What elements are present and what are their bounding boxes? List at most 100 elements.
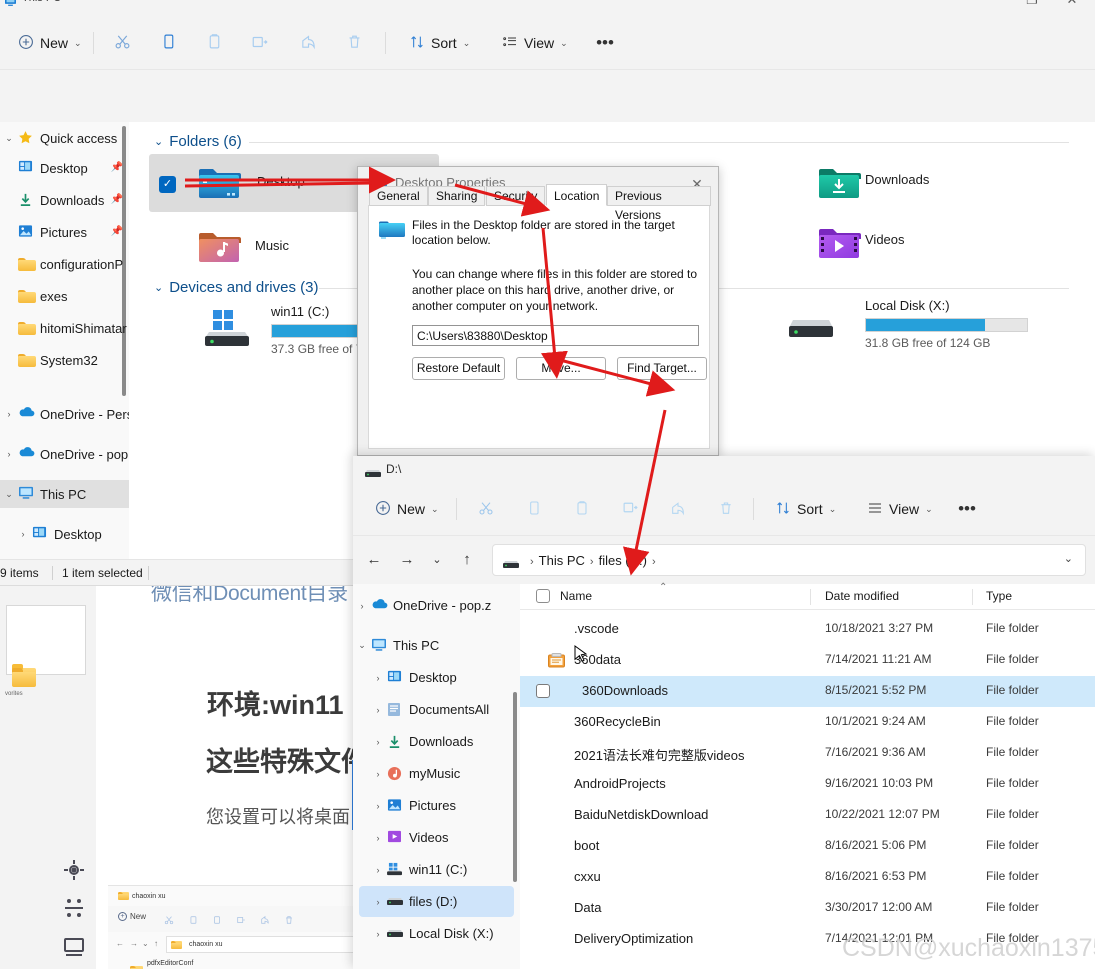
view-button[interactable]: View ⌄ [494,27,576,59]
sidebar-item-quick-access[interactable]: ⌄ Quick access [0,124,129,152]
chevron-down-icon[interactable]: ⌄ [154,135,163,148]
group-header-folders[interactable]: ⌄ Folders (6) [154,133,242,150]
sub-window-forward-icon[interactable]: → [130,939,138,948]
d-cut-button[interactable] [471,493,501,525]
d-back-button[interactable]: ← [360,546,388,574]
article-tool-monitor-icon[interactable] [62,934,86,963]
sidebar-item-onedrive-personal[interactable]: › OneDrive - Perso [0,400,130,428]
chevron-right-icon[interactable]: › [369,737,387,747]
d-sidebar-item-local-disk-x[interactable]: › Local Disk (X:) [353,918,520,949]
chevron-down-icon[interactable]: ⌄ [0,489,18,500]
select-all-checkbox[interactable] [536,589,550,603]
group-header-devices[interactable]: ⌄ Devices and drives (3) [154,279,318,296]
table-row[interactable]: Data 3/30/2017 12:00 AM File folder [520,893,1095,924]
d-copy-button[interactable] [519,493,549,525]
d-share-button[interactable] [663,493,693,525]
sub-window-copy-icon[interactable] [188,912,198,924]
d-view-button[interactable]: View ⌄ [859,493,941,525]
sidebar-item-hitomishimatar[interactable]: hitomiShimatar [0,314,129,342]
tab-general[interactable]: General [369,186,428,206]
checkbox-checked-icon[interactable]: ✓ [159,176,176,193]
sub-window-cut-icon[interactable] [164,912,174,925]
d-more-options-button[interactable]: ••• [951,493,983,525]
d-breadcrumb[interactable]: › This PC › files (D:) › [525,553,661,568]
tile-downloads[interactable]: Downloads [779,154,1027,212]
move-button[interactable]: Move... [516,357,606,380]
chevron-right-icon[interactable]: › [369,705,387,715]
d-sidebar-item-downloads[interactable]: › Downloads [353,726,520,757]
chevron-right-icon[interactable]: › [369,929,387,939]
chevron-right-icon[interactable]: › [369,897,387,907]
d-sidebar-item-onedrive-pop[interactable]: › OneDrive - pop.z [353,590,520,621]
column-header-date-modified[interactable]: Date modified [825,589,899,603]
d-sidebar-item-mymusic[interactable]: › myMusic [353,758,520,789]
share-button[interactable] [292,27,324,59]
chevron-right-icon[interactable]: › [369,865,387,875]
sub-window-address-box[interactable]: chaoxin xu [166,936,360,953]
location-path-input[interactable]: C:\Users\83880\Desktop [412,325,699,346]
d-sidebar-item-win11-c[interactable]: › win11 (C:) [353,854,520,885]
tab-security[interactable]: Security [486,186,546,206]
sub-window-up-icon[interactable]: ↑ [154,939,158,948]
sort-button[interactable]: Sort ⌄ [401,27,478,59]
d-address-dropdown-button[interactable]: ⌄ [1064,552,1073,565]
sidebar-item-onedrive-pop[interactable]: › OneDrive - pop.z [0,440,130,468]
chevron-right-icon[interactable]: › [369,673,387,683]
chevron-right-icon[interactable]: › [369,833,387,843]
table-row[interactable]: AndroidProjects 9/16/2021 10:03 PM File … [520,769,1095,800]
d-delete-button[interactable] [711,493,741,525]
delete-button[interactable] [338,27,370,59]
d-paste-button[interactable] [567,493,597,525]
new-button[interactable]: New ⌄ [10,27,90,59]
sub-window-recent-icon[interactable]: ⌄ [142,939,149,948]
d-sidebar-item-files-d[interactable]: › files (D:) [359,886,514,917]
sub-window-paste-icon[interactable] [212,912,222,924]
d-sidebar-item-documentsall[interactable]: › DocumentsAll [353,694,520,725]
column-header-type[interactable]: Type [986,589,1012,603]
d-forward-button[interactable]: → [393,546,421,574]
d-sidebar-item-videos[interactable]: › Videos [353,822,520,853]
sub-window-delete-icon[interactable] [284,912,294,924]
d-rename-button[interactable] [615,493,645,525]
sub-window-new-label[interactable]: New [130,912,146,921]
sidebar-item-exes[interactable]: exes [0,282,129,310]
chevron-right-icon[interactable]: › [14,529,32,539]
restore-default-button[interactable]: Restore Default [412,357,505,380]
sub-window-back-icon[interactable]: ← [116,939,124,948]
sidebar-item-pictures[interactable]: Pictures 📌 [0,218,129,246]
chevron-right-icon[interactable]: › [353,601,371,611]
article-tool-target-icon[interactable] [62,858,86,887]
copy-button[interactable] [152,27,184,59]
article-tool-align-icon[interactable] [62,896,86,925]
d-recent-locations-button[interactable]: ⌄ [423,546,451,574]
d-sidebar-item-this-pc[interactable]: ⌄ This PC [353,630,520,661]
tab-sharing[interactable]: Sharing [428,186,486,206]
chevron-right-icon[interactable]: › [369,769,387,779]
drive-local-disk-x[interactable]: Local Disk (X:) 31.8 GB free of 124 GB [779,296,1039,362]
pin-icon[interactable]: 📌 [111,226,123,237]
pin-icon[interactable]: 📌 [111,162,123,173]
cut-button[interactable] [106,27,138,59]
table-row[interactable]: boot 8/16/2021 5:06 PM File folder [520,831,1095,862]
table-row[interactable]: 360Downloads 8/15/2021 5:52 PM File fold… [520,676,1095,707]
tab-previous-versions[interactable]: Previous Versions [607,186,711,222]
chevron-down-icon[interactable]: ⌄ [353,640,371,651]
pin-icon[interactable]: 📌 [111,194,123,205]
find-target-button[interactable]: Find Target... [617,357,707,380]
row-checkbox[interactable] [536,684,550,698]
close-button[interactable]: ✕ [1057,0,1087,8]
chevron-right-icon[interactable]: › [0,409,18,419]
d-new-button[interactable]: New ⌄ [367,493,447,525]
sidebar-item-system32[interactable]: System32 [0,346,129,374]
sub-window-rename-icon[interactable] [236,912,246,923]
column-header-name[interactable]: Name [560,589,592,603]
table-row[interactable]: 360data 7/14/2021 11:21 AM File folder [520,645,1095,676]
d-breadcrumb-this-pc[interactable]: This PC [539,553,585,568]
d-breadcrumb-files-d[interactable]: files (D:) [599,553,647,568]
table-row[interactable]: 360RecycleBin 10/1/2021 9:24 AM File fol… [520,707,1095,738]
tab-location[interactable]: Location [546,184,608,206]
chevron-down-icon[interactable]: ⌄ [154,281,163,294]
sidebar-item-downloads[interactable]: Downloads 📌 [0,186,129,214]
table-row[interactable]: cxxu 8/16/2021 6:53 PM File folder [520,862,1095,893]
sidebar-item-this-pc-desktop[interactable]: › Desktop [0,520,129,548]
